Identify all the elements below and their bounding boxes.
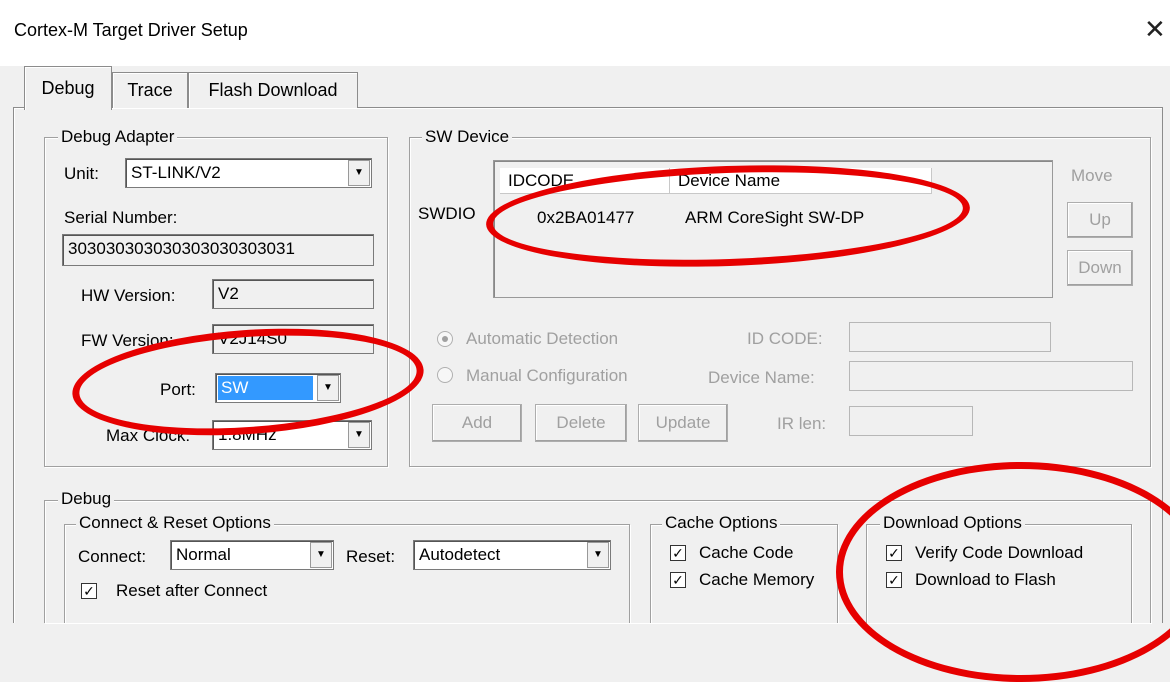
- id-code-field[interactable]: [849, 322, 1051, 352]
- tab-trace-label: Trace: [127, 80, 173, 100]
- serial-number-field: 303030303030303030303031: [62, 234, 374, 266]
- device-row-idcode[interactable]: 0x2BA01477: [537, 208, 634, 228]
- cache-memory-label: Cache Memory: [699, 570, 815, 589]
- connect-reset-group: [64, 524, 630, 623]
- move-up-button[interactable]: Up: [1067, 202, 1133, 238]
- debug-adapter-legend: Debug Adapter: [58, 127, 178, 147]
- port-label: Port:: [160, 380, 196, 399]
- connect-value: Normal: [176, 545, 231, 564]
- hw-version-field: V2: [212, 279, 374, 309]
- update-button[interactable]: Update: [638, 404, 728, 442]
- cache-memory-checkbox[interactable]: ✓: [670, 572, 686, 588]
- unit-label: Unit:: [64, 164, 99, 183]
- tab-debug-label: Debug: [41, 78, 95, 98]
- fw-version-label: FW Version:: [81, 331, 174, 350]
- automatic-detection-label: Automatic Detection: [466, 329, 619, 348]
- port-value: SW: [218, 376, 313, 400]
- id-code-label: ID CODE:: [747, 329, 823, 348]
- port-select[interactable]: SW ▼: [215, 373, 341, 403]
- swdio-label: SWDIO: [418, 204, 476, 223]
- tab-debug[interactable]: Debug: [24, 66, 112, 110]
- device-row-name[interactable]: ARM CoreSight SW-DP: [685, 208, 864, 228]
- verify-code-download-checkbox[interactable]: ✓: [886, 545, 902, 561]
- tab-trace[interactable]: Trace: [112, 72, 188, 108]
- tab-flash-download-label: Flash Download: [208, 80, 338, 100]
- device-name-field[interactable]: [849, 361, 1133, 391]
- chevron-down-icon[interactable]: ▼: [587, 542, 609, 568]
- connect-select[interactable]: Normal ▼: [170, 540, 334, 570]
- fw-version-field: V2J14S0: [212, 324, 374, 354]
- close-icon[interactable]: ✕: [1144, 16, 1166, 42]
- connect-reset-legend: Connect & Reset Options: [76, 513, 274, 533]
- unit-value: ST-LINK/V2: [131, 163, 221, 182]
- max-clock-label: Max Clock:: [106, 426, 191, 445]
- ir-len-field[interactable]: [849, 406, 973, 436]
- automatic-detection-radio[interactable]: [437, 331, 453, 347]
- column-header-idcode[interactable]: IDCODE: [500, 168, 670, 194]
- download-to-flash-checkbox[interactable]: ✓: [886, 572, 902, 588]
- serial-number-label: Serial Number:: [64, 208, 178, 227]
- cache-code-checkbox[interactable]: ✓: [670, 545, 686, 561]
- ir-len-label: IR len:: [777, 414, 827, 433]
- tab-flash-download[interactable]: Flash Download: [188, 72, 358, 108]
- max-clock-select[interactable]: 1.8MHz ▼: [212, 420, 372, 450]
- hw-version-label: HW Version:: [81, 286, 176, 305]
- cache-options-legend: Cache Options: [662, 513, 781, 533]
- download-options-legend: Download Options: [880, 513, 1025, 533]
- cache-code-label: Cache Code: [699, 543, 794, 562]
- debug-legend: Debug: [58, 489, 115, 509]
- device-name-label: Device Name:: [708, 368, 815, 387]
- add-button[interactable]: Add: [432, 404, 522, 442]
- connect-label: Connect:: [78, 547, 147, 566]
- move-down-button[interactable]: Down: [1067, 250, 1133, 286]
- chevron-down-icon[interactable]: ▼: [317, 375, 339, 401]
- chevron-down-icon[interactable]: ▼: [348, 422, 370, 448]
- manual-configuration-label: Manual Configuration: [466, 366, 628, 385]
- window-title: Cortex-M Target Driver Setup: [14, 20, 248, 40]
- reset-after-connect-label: Reset after Connect: [116, 581, 268, 600]
- reset-value: Autodetect: [419, 545, 501, 564]
- reset-label: Reset:: [346, 547, 396, 566]
- chevron-down-icon[interactable]: ▼: [348, 160, 370, 186]
- max-clock-value: 1.8MHz: [218, 425, 277, 444]
- download-to-flash-label: Download to Flash: [915, 570, 1056, 589]
- move-label: Move: [1071, 166, 1113, 185]
- sw-device-legend: SW Device: [422, 127, 513, 147]
- reset-after-connect-checkbox[interactable]: ✓: [81, 583, 97, 599]
- column-header-device-name[interactable]: Device Name: [670, 168, 932, 194]
- reset-select[interactable]: Autodetect ▼: [413, 540, 611, 570]
- manual-configuration-radio[interactable]: [437, 367, 453, 383]
- delete-button[interactable]: Delete: [535, 404, 627, 442]
- chevron-down-icon[interactable]: ▼: [310, 542, 332, 568]
- unit-select[interactable]: ST-LINK/V2 ▼: [125, 158, 372, 188]
- verify-code-download-label: Verify Code Download: [915, 543, 1084, 562]
